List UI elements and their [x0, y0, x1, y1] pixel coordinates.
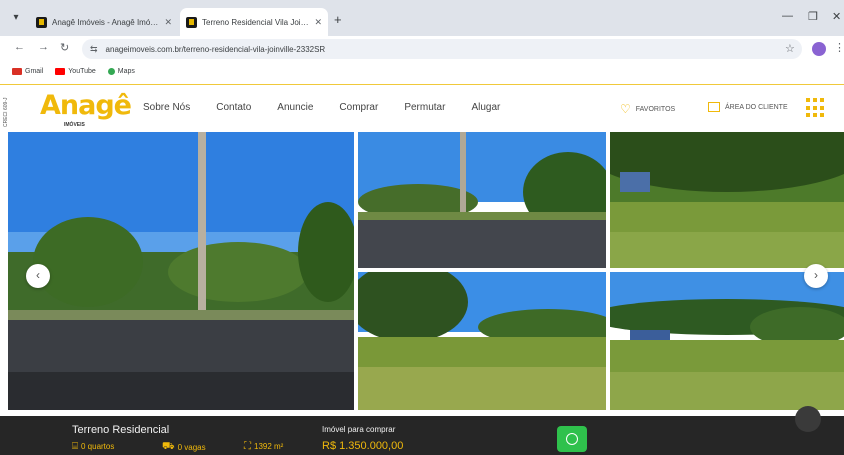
apps-grid-icon[interactable] [806, 98, 826, 118]
menu-item-permutar[interactable]: Permutar [404, 102, 445, 113]
new-tab-plus-icon[interactable]: + [334, 12, 342, 27]
gallery-next-button[interactable]: › [804, 264, 828, 288]
car-icon: ⛟ [162, 441, 175, 452]
bookmarks-bar: Gmail YouTube Maps [0, 62, 844, 80]
bedrooms-info: ⌸ 0 quartos [72, 441, 114, 452]
main-menu: Sobre Nós Contato Anuncie Comprar Permut… [143, 102, 526, 113]
restore-icon[interactable]: ❐ [808, 10, 818, 23]
maps-icon [107, 67, 115, 75]
client-area-link[interactable]: ÁREA DO CLIENTE [708, 102, 788, 112]
client-area-icon [708, 102, 720, 112]
chat-widget-icon[interactable] [795, 406, 821, 432]
address-bar[interactable]: ⇆ anageimoveis.com.br/terreno-residencia… [82, 39, 802, 59]
price: R$ 1.350.000,00 [322, 440, 404, 452]
creci-label: CRECI 609-J [3, 97, 9, 127]
bookmark-label: YouTube [68, 67, 96, 75]
reload-icon[interactable]: ↻ [60, 41, 69, 54]
gallery-photo-main[interactable] [8, 132, 354, 410]
photo-gallery: ‹ › [0, 132, 844, 410]
parking-value: 0 vagas [177, 443, 206, 452]
menu-item-sobre-nos[interactable]: Sobre Nós [143, 102, 190, 113]
bookmark-label: Gmail [25, 67, 44, 75]
bookmark-youtube[interactable]: YouTube [55, 67, 96, 75]
listing-title: Terreno Residencial [72, 424, 170, 436]
tab-title: Anagê Imóveis - Anagê Imóveis [52, 17, 161, 27]
url-text: anageimoveis.com.br/terreno-residencial-… [105, 44, 326, 54]
browser-menu-icon[interactable]: ⋮ [834, 41, 844, 54]
gallery-photo-2[interactable] [358, 132, 606, 268]
bookmark-maps[interactable]: Maps [107, 67, 135, 75]
area-icon: ⛶ [244, 441, 251, 452]
area-info: ⛶ 1392 m² [244, 441, 283, 452]
tab-title: Terreno Residencial Vila Joinvil [202, 17, 311, 27]
logo-wordmark: Anagê [40, 90, 132, 121]
favorites-link[interactable]: ♡ FAVORITOS [620, 102, 675, 116]
gmail-icon [12, 67, 22, 75]
window-close-icon[interactable]: ✕ [832, 10, 841, 23]
bookmark-label: Maps [117, 67, 135, 75]
close-icon[interactable]: ✕ [164, 17, 172, 28]
bookmark-gmail[interactable]: Gmail [12, 67, 44, 75]
anage-logo[interactable]: Anagê IMÓVEIS [38, 88, 132, 130]
youtube-icon [55, 67, 66, 75]
anage-favicon-icon [36, 16, 47, 28]
anage-favicon-icon [186, 16, 197, 28]
close-icon[interactable]: ✕ [314, 17, 322, 28]
client-area-label: ÁREA DO CLIENTE [725, 103, 788, 111]
site-info-icon[interactable]: ⇆ [90, 44, 98, 55]
bookmark-star-icon[interactable]: ☆ [785, 42, 795, 55]
tab-anage-home[interactable]: Anagê Imóveis - Anagê Imóveis ✕ [30, 8, 178, 36]
gallery-photo-4[interactable] [358, 272, 606, 410]
minimize-icon[interactable]: — [782, 10, 793, 22]
menu-item-anuncie[interactable]: Anuncie [277, 102, 313, 113]
whatsapp-icon[interactable] [557, 426, 587, 452]
logo-subtitle: IMÓVEIS [64, 122, 85, 128]
bed-icon: ⌸ [72, 441, 78, 452]
menu-item-alugar[interactable]: Alugar [471, 102, 500, 113]
parking-info: ⛟ 0 vagas [162, 441, 206, 454]
site-header: CRECI 609-J Anagê IMÓVEIS Sobre Nós Cont… [0, 84, 844, 132]
gallery-prev-button[interactable]: ‹ [26, 264, 50, 288]
menu-item-contato[interactable]: Contato [216, 102, 251, 113]
sale-label: Imóvel para comprar [322, 425, 396, 434]
gallery-photo-3[interactable] [610, 132, 844, 268]
gallery-photo-5[interactable] [610, 272, 844, 410]
tab-search-icon[interactable]: ▾ [8, 12, 24, 26]
area-value: 1392 m² [254, 442, 284, 451]
browser-tabstrip: ▾ Anagê Imóveis - Anagê Imóveis ✕ Terren… [0, 0, 844, 36]
bedrooms-value: 0 quartos [81, 442, 115, 451]
heart-icon: ♡ [620, 102, 631, 116]
tab-terreno-residencial[interactable]: Terreno Residencial Vila Joinvil ✕ [180, 8, 328, 36]
profile-avatar[interactable] [812, 42, 826, 56]
forward-arrow-icon[interactable]: → [38, 41, 49, 53]
back-arrow-icon[interactable]: ← [14, 41, 25, 53]
browser-toolbar: ← → ↻ ⇆ anageimoveis.com.br/terreno-resi… [0, 36, 844, 62]
favorites-label: FAVORITOS [635, 105, 676, 113]
menu-item-comprar[interactable]: Comprar [339, 102, 378, 113]
listing-info-bar: Terreno Residencial ⌸ 0 quartos ⛟ 0 vaga… [0, 416, 844, 455]
